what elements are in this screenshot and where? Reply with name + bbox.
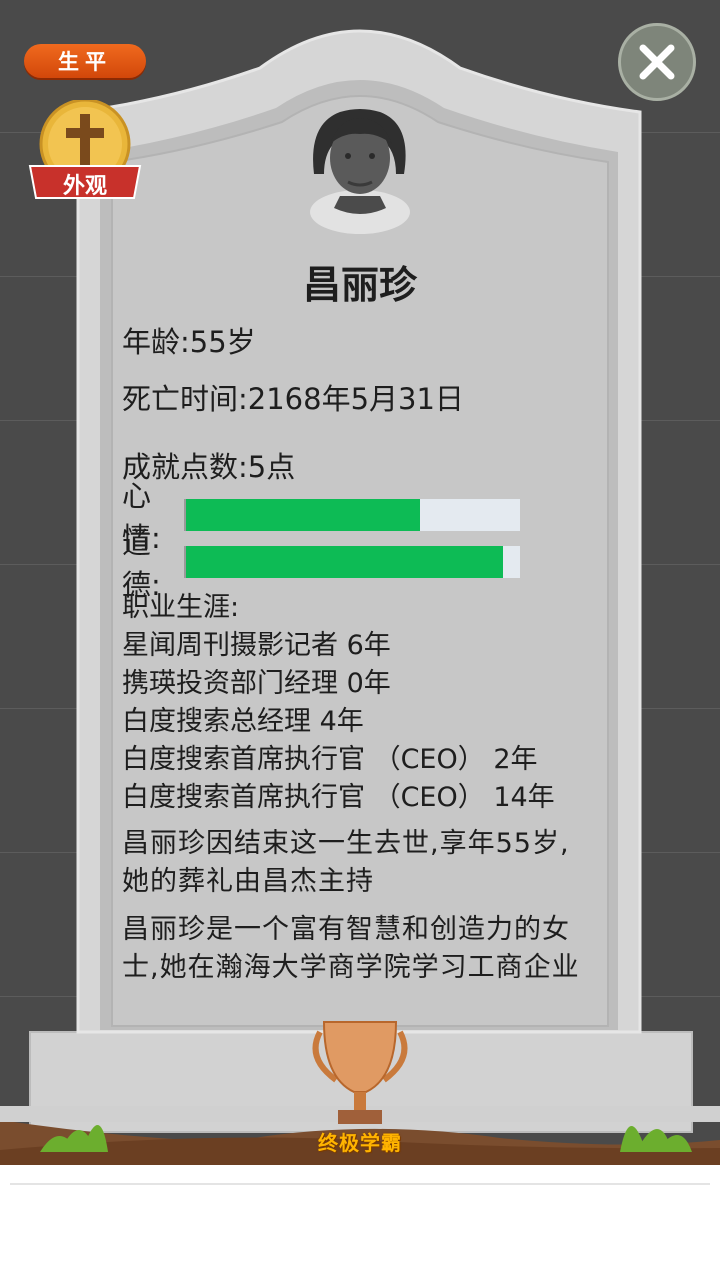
morality-bar-fill <box>186 546 504 578</box>
mood-bar-fill <box>186 499 420 531</box>
morality-row: 道德: <box>122 526 520 602</box>
age-text: 年龄:55岁 <box>122 325 256 359</box>
epitaph-line: 她的葬礼由昌杰主持 <box>122 866 374 897</box>
mood-bar <box>184 499 520 531</box>
epitaph-line: 士,她在瀚海大学商学院学习工商企业 <box>122 952 580 983</box>
life-summary-button[interactable]: 生平 <box>24 44 146 78</box>
appearance-label: 外观 <box>62 174 107 199</box>
close-button[interactable] <box>618 23 696 101</box>
divider <box>10 1183 710 1185</box>
career-item: 星闻周刊摄影记者 6年 <box>122 630 391 661</box>
deceased-name: 昌丽珍 <box>302 263 417 307</box>
trophy-icon <box>312 1021 408 1124</box>
morality-bar <box>184 546 520 578</box>
career-heading: 职业生涯: <box>122 592 240 623</box>
trophy-title: 终极学霸 <box>318 1131 402 1155</box>
epitaph-line: 昌丽珍因结束这一生去世,享年55岁, <box>122 828 570 859</box>
career-item: 携瑛投资部门经理 0年 <box>122 668 391 699</box>
career-item: 白度搜索首席执行官 （CEO） 2年 <box>122 744 538 775</box>
career-item: 白度搜索首席执行官 （CEO） 14年 <box>122 782 555 813</box>
epitaph-line: 昌丽珍是一个富有智慧和创造力的女 <box>122 914 570 945</box>
career-item: 白度搜索总经理 4年 <box>122 706 364 737</box>
death-time-text: 死亡时间:2168年5月31日 <box>122 382 464 416</box>
female-avatar-icon <box>310 109 410 234</box>
close-icon <box>639 44 675 80</box>
life-summary-label: 生平 <box>58 50 112 74</box>
